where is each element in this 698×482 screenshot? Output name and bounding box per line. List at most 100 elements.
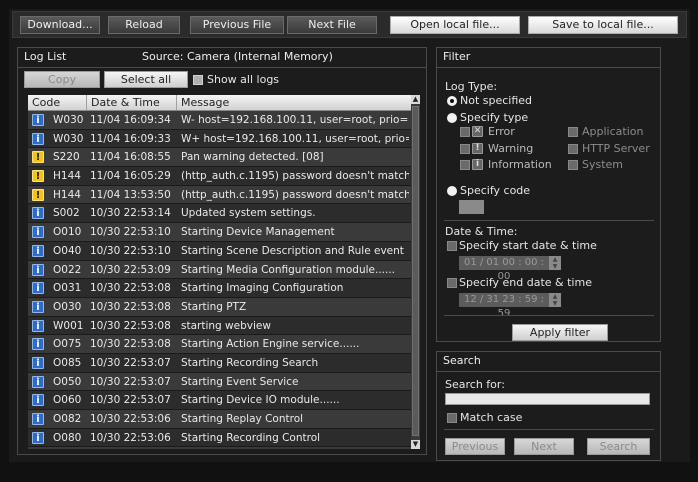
log-scrollbar[interactable]: ▲ ▼ [411, 95, 420, 449]
table-row[interactable]: i O080 10/30 22:53:06 Starting Recording Co… [28, 428, 411, 448]
warning-icon: ! [32, 170, 44, 183]
scroll-thumb[interactable] [412, 106, 419, 436]
search-button[interactable]: Search [587, 438, 650, 455]
log-date-time: 10/30 22:53:08 [90, 282, 171, 295]
apply-filter-button[interactable]: Apply filter [512, 324, 608, 341]
application-checkbox[interactable] [568, 127, 578, 137]
column-header-code[interactable]: Code [28, 95, 87, 110]
search-for-label: Search for: [445, 378, 505, 391]
table-row[interactable]: i W030 11/04 16:09:34 W- host=192.168.100.1… [28, 111, 411, 130]
log-code: S220 [53, 151, 80, 164]
log-date-time: 10/30 22:53:07 [90, 356, 171, 369]
select-all-button[interactable]: Select all [104, 71, 188, 88]
warning-icon: ! [32, 188, 44, 201]
table-row[interactable]: i S002 10/30 22:53:14 Updated system settin… [28, 204, 411, 224]
log-type-label: Log Type: [445, 80, 498, 93]
code-input[interactable] [459, 200, 484, 214]
end-date-checkbox[interactable] [447, 278, 457, 288]
http-server-checkbox[interactable] [568, 144, 578, 154]
table-row[interactable]: i W001 10/30 22:53:08 starting webview [28, 316, 411, 336]
log-code: O050 [53, 375, 82, 388]
information-checkbox[interactable] [460, 160, 470, 170]
previous-file-button[interactable]: Previous File [190, 16, 284, 34]
table-row[interactable]: ! S220 11/04 16:08:55 Pan warning detected.… [28, 148, 411, 168]
start-date-spinner-icon[interactable]: ▲ ▼ [549, 256, 561, 270]
match-case-checkbox[interactable] [447, 413, 457, 423]
warning-checkbox[interactable] [460, 144, 470, 154]
system-checkbox[interactable] [568, 160, 578, 170]
not-specified-radio[interactable] [447, 96, 457, 106]
system-label: System [582, 158, 624, 171]
table-row[interactable]: i O031 10/30 22:53:08 Starting Imaging Conf… [28, 279, 411, 298]
start-date-checkbox[interactable] [447, 241, 457, 251]
log-date-time: 10/30 22:53:09 [90, 263, 171, 276]
log-message: Starting PTZ [181, 300, 247, 313]
log-date-time: 10/30 22:53:08 [90, 338, 171, 351]
specify-type-radio[interactable] [447, 113, 457, 123]
save-local-file-button[interactable]: Save to local file... [528, 16, 678, 34]
table-row[interactable]: i W030 11/04 16:09:33 W+ host=192.168.100.1… [28, 129, 411, 149]
log-date-time: 11/04 16:08:55 [90, 151, 171, 164]
specify-type-label: Specify type [460, 111, 529, 124]
not-specified-label: Not specified [460, 94, 533, 107]
reload-button[interactable]: Reload [108, 16, 180, 34]
info-icon: i [32, 338, 44, 351]
start-date-input[interactable]: 01 / 01 00 : 00 : 00 [459, 256, 549, 282]
log-code: S002 [53, 207, 80, 220]
table-row[interactable]: i O085 10/30 22:53:07 Starting Recording Se… [28, 353, 411, 373]
column-header-date-time[interactable]: Date & Time [87, 95, 177, 110]
log-code: O060 [53, 394, 82, 407]
warning-icon: ! [32, 151, 44, 164]
log-date-time: 10/30 22:53:07 [90, 394, 171, 407]
open-local-file-button[interactable]: Open local file... [390, 16, 520, 34]
table-row[interactable]: ! H144 11/04 16:05:29 (http_auth.c.1195) pa… [28, 167, 411, 186]
table-row[interactable]: iR00110/30 22:52:59starting media_plane [28, 447, 411, 449]
table-row[interactable]: i O082 10/30 22:53:06 Starting Replay Contr… [28, 410, 411, 429]
log-code: W030 [53, 132, 84, 145]
next-button[interactable]: Next [514, 438, 574, 455]
end-date-spinner-icon[interactable]: ▲ ▼ [549, 293, 561, 307]
table-row[interactable]: i O060 10/30 22:53:07 Starting Device IO mo… [28, 391, 411, 410]
application-label: Application [582, 125, 644, 138]
log-message: Updated system settings. [181, 207, 316, 220]
scroll-up-icon[interactable]: ▲ [411, 95, 420, 104]
log-code: O022 [53, 263, 82, 276]
copy-button[interactable]: Copy [24, 71, 100, 88]
show-all-logs-checkbox[interactable] [193, 75, 203, 85]
scroll-down-icon[interactable]: ▼ [411, 440, 420, 449]
log-code: W001 [53, 319, 84, 332]
log-message: Pan warning detected. [08] [181, 151, 324, 164]
show-all-logs-label: Show all logs [207, 73, 280, 86]
column-header-message[interactable]: Message [177, 95, 411, 110]
log-list-header: Log List Source: Camera (Internal Memory… [18, 48, 426, 68]
table-row[interactable]: ! H144 11/04 13:53:50 (http_auth.c.1195) pa… [28, 185, 411, 205]
specify-code-radio[interactable] [447, 186, 457, 196]
search-input[interactable] [445, 393, 650, 405]
filter-header: Filter [437, 48, 660, 68]
info-icon: i [32, 282, 44, 295]
log-date-time: 10/30 22:53:10 [90, 244, 171, 257]
previous-button[interactable]: Previous [445, 438, 505, 455]
log-date-time: 10/30 22:53:14 [90, 207, 171, 220]
table-row[interactable]: i O075 10/30 22:53:08 Starting Action Engin… [28, 335, 411, 354]
info-icon: i [32, 132, 44, 145]
log-code: O082 [53, 413, 82, 425]
info-icon: i [32, 263, 44, 276]
log-message: starting webview [181, 319, 271, 332]
table-row[interactable]: i O050 10/30 22:53:07 Starting Event Servic… [28, 372, 411, 392]
info-icon: i [32, 394, 44, 407]
table-row[interactable]: i O030 10/30 22:53:08 Starting PTZ [28, 297, 411, 317]
log-code: O085 [53, 356, 82, 369]
table-row[interactable]: i O010 10/30 22:53:10 Starting Device Manag… [28, 223, 411, 242]
next-file-button[interactable]: Next File [287, 16, 377, 34]
table-row[interactable]: i O022 10/30 22:53:09 Starting Media Config… [28, 260, 411, 280]
log-code: O031 [53, 282, 82, 295]
download-button[interactable]: Download... [20, 16, 100, 34]
log-message: starting media_plane [181, 447, 409, 449]
log-message: Starting Device IO module...... [181, 394, 340, 407]
table-row[interactable]: i O040 10/30 22:53:10 Starting Scene Descri… [28, 241, 411, 261]
log-rows: i W030 11/04 16:09:34 W- host=192.168.100.1… [28, 111, 411, 449]
error-checkbox[interactable] [460, 127, 470, 137]
log-date-time: 10/30 22:53:08 [90, 300, 171, 313]
end-date-input[interactable]: 12 / 31 23 : 59 : 59 [459, 293, 549, 319]
